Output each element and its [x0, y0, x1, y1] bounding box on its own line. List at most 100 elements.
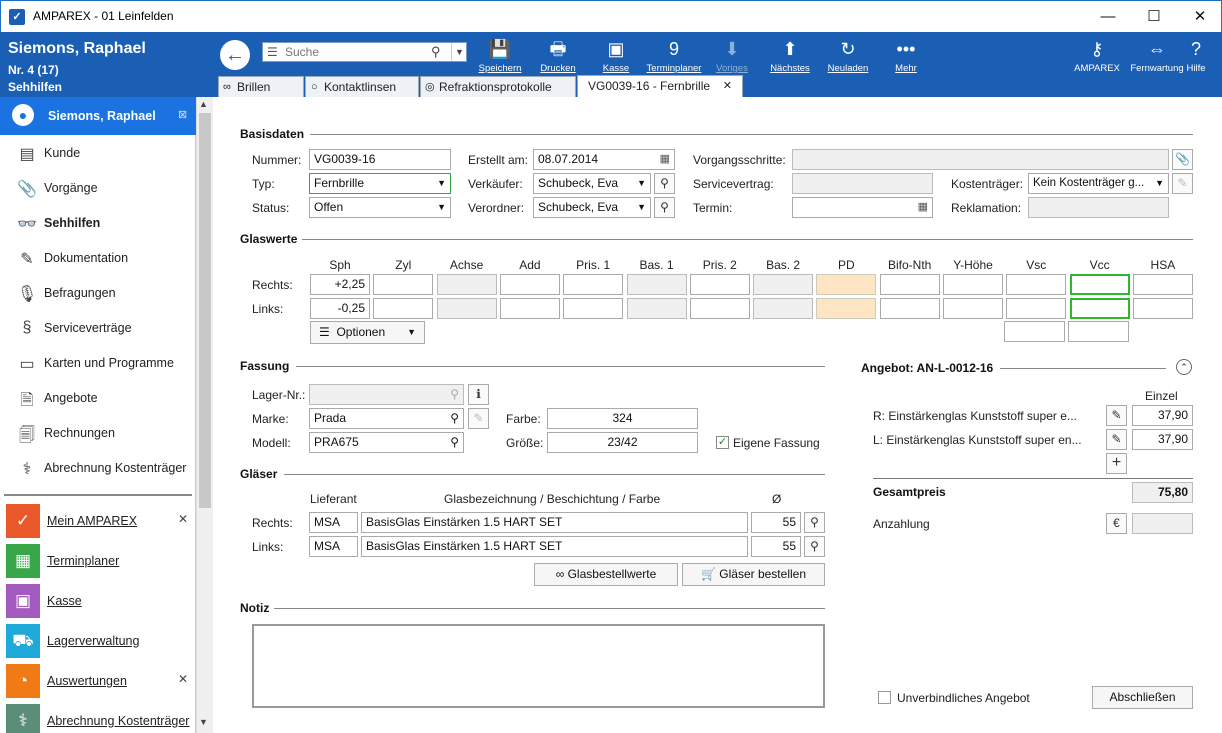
- toolbar-cash-register-button[interactable]: ▣ Kasse: [588, 36, 644, 74]
- close-icon[interactable]: ✕: [178, 672, 188, 686]
- close-icon[interactable]: ✕: [723, 76, 732, 96]
- sidebar-item-glasses[interactable]: 👓 Sehhilfen: [0, 206, 196, 241]
- rechts-pris-2-field[interactable]: [689, 274, 750, 295]
- tab-refraktionsprotokolle[interactable]: ◎ Refraktionsprotokolle: [420, 76, 576, 97]
- sidebar-item-paperclip[interactable]: 📎 Vorgänge: [0, 171, 196, 206]
- search-icon[interactable]: ⚲: [654, 173, 675, 194]
- links-vsc-field[interactable]: [1006, 298, 1067, 319]
- rechts-y-h-he-field[interactable]: [943, 274, 1003, 295]
- scroll-up-icon[interactable]: ▲: [199, 99, 208, 109]
- status-select[interactable]: Offen ▼: [309, 197, 451, 218]
- sidebar-active-customer[interactable]: ● Siemons, Raphael ⊠: [0, 97, 196, 135]
- rechts-pd-field[interactable]: [816, 274, 877, 295]
- module-inventory[interactable]: ⛟ Lagerverwaltung: [4, 622, 192, 660]
- glaeser-bestellen-button[interactable]: 🛒 Gläser bestellen: [682, 563, 825, 586]
- termin-field[interactable]: ▦: [792, 197, 933, 218]
- nummer-field[interactable]: VG0039-16: [309, 149, 451, 170]
- angebot-item-price[interactable]: 37,90: [1132, 429, 1193, 450]
- module-cash-register[interactable]: ▣ Kasse: [4, 582, 192, 620]
- edit-icon[interactable]: ✎: [1106, 429, 1127, 450]
- menu-icon[interactable]: ☰: [267, 45, 278, 59]
- kostentraeger-select[interactable]: Kein Kostenträger g... ▼: [1028, 173, 1169, 194]
- search-icon[interactable]: ⚲: [450, 433, 459, 452]
- modell-field[interactable]: PRA675 ⚲: [309, 432, 464, 453]
- toolbar-printer-button[interactable]: 🖶 Drucken: [530, 36, 586, 74]
- toolbar-key-button[interactable]: ⚷ AMPAREX: [1066, 36, 1128, 74]
- toolbar-reload-button[interactable]: ↻ Neuladen: [820, 36, 876, 74]
- sidebar-item-paragraph[interactable]: § Serviceverträge: [0, 311, 196, 346]
- tab-vorgang[interactable]: VG0039-16 - Fernbrille ✕: [577, 75, 743, 97]
- vsc-extra-field[interactable]: [1004, 321, 1065, 342]
- back-button[interactable]: ←: [220, 40, 250, 70]
- module-clipboard[interactable]: ✓ Mein AMPAREX ✕: [4, 502, 192, 540]
- sidebar-item-cards[interactable]: ▭ Karten und Programme: [0, 346, 196, 381]
- marke-field[interactable]: Prada ⚲: [309, 408, 464, 429]
- rechts-vsc-field[interactable]: [1006, 274, 1067, 295]
- rechts-zyl-field[interactable]: [373, 274, 434, 295]
- links-y-h-he-field[interactable]: [943, 298, 1003, 319]
- links-add-field[interactable]: [499, 298, 560, 319]
- lieferant-links-field[interactable]: MSA: [309, 536, 358, 557]
- toolbar-help-button[interactable]: ? Hilfe: [1176, 36, 1216, 74]
- toolbar-more-button[interactable]: ••• Mehr: [878, 36, 934, 74]
- close-window-button[interactable]: ✕: [1177, 1, 1222, 32]
- rechts-vcc-field[interactable]: [1069, 274, 1130, 295]
- scroll-thumb[interactable]: [199, 113, 211, 508]
- sidebar-item-offer[interactable]: 🗎 Angebote: [0, 381, 196, 416]
- minimize-button[interactable]: —: [1085, 1, 1131, 32]
- toolbar-save-button[interactable]: 💾 Speichern: [472, 36, 528, 74]
- search-input[interactable]: [285, 44, 435, 60]
- bezeichnung-links-field[interactable]: BasisGlas Einstärken 1.5 HART SET: [361, 536, 748, 557]
- tab-kontaktlinsen[interactable]: ○ Kontaktlinsen: [305, 76, 419, 97]
- close-icon[interactable]: ⊠: [178, 108, 187, 121]
- links-pd-field[interactable]: [816, 298, 877, 319]
- collapse-icon[interactable]: ⌃: [1176, 359, 1192, 375]
- toolbar-arrow-up-button[interactable]: ⬆ Nächstes: [762, 36, 818, 74]
- maximize-button[interactable]: ☐: [1131, 1, 1177, 32]
- sidebar-item-microphone[interactable]: 🎙 Befragungen: [0, 276, 196, 311]
- rechts-bifo-nth-field[interactable]: [879, 274, 940, 295]
- add-icon[interactable]: +: [1106, 453, 1127, 474]
- typ-select[interactable]: Fernbrille ▼: [309, 173, 451, 194]
- durchmesser-rechts-field[interactable]: 55: [751, 512, 801, 533]
- paperclip-icon[interactable]: 📎: [1172, 149, 1193, 170]
- eigene-fassung-checkbox[interactable]: ✓: [716, 436, 729, 449]
- notiz-textarea[interactable]: [252, 624, 825, 708]
- erstellt-field[interactable]: 08.07.2014 ▦: [533, 149, 675, 170]
- search-dropdown-icon[interactable]: ▼: [451, 43, 467, 61]
- search-icon[interactable]: ⚲: [804, 536, 825, 557]
- calendar-icon[interactable]: ▦: [918, 198, 928, 217]
- abschliessen-button[interactable]: Abschließen: [1092, 686, 1193, 709]
- search-icon[interactable]: ⚲: [654, 197, 675, 218]
- links-sph-field[interactable]: -0,25: [310, 298, 370, 319]
- links-vcc-field[interactable]: [1069, 298, 1130, 319]
- links-hsa-field[interactable]: [1132, 298, 1193, 319]
- rechts-sph-field[interactable]: +2,25: [310, 274, 370, 295]
- unverbindlich-checkbox[interactable]: [878, 691, 891, 704]
- durchmesser-links-field[interactable]: 55: [751, 536, 801, 557]
- edit-icon[interactable]: ✎: [1106, 405, 1127, 426]
- glasbestellwerte-button[interactable]: ∞ Glasbestellwerte: [534, 563, 678, 586]
- module-pie-chart[interactable]: ◔ Auswertungen ✕: [4, 662, 192, 700]
- euro-icon[interactable]: €: [1106, 513, 1127, 534]
- toolbar-calendar-button[interactable]: 9 Terminplaner: [646, 36, 702, 74]
- tab-brillen[interactable]: ∞ Brillen: [218, 76, 304, 97]
- links-bifo-nth-field[interactable]: [879, 298, 940, 319]
- module-calendar[interactable]: ▦ Terminplaner: [4, 542, 192, 580]
- rechts-hsa-field[interactable]: [1132, 274, 1193, 295]
- search-box[interactable]: ☰ ⚲ ▼: [262, 42, 467, 62]
- farbe-field[interactable]: 324: [547, 408, 698, 429]
- verordner-select[interactable]: Schubeck, Eva ▼: [533, 197, 651, 218]
- info-icon[interactable]: ℹ: [468, 384, 489, 405]
- scroll-down-icon[interactable]: ▼: [199, 717, 208, 727]
- sidebar-item-invoice[interactable]: 🗐 Rechnungen: [0, 416, 196, 451]
- links-zyl-field[interactable]: [373, 298, 434, 319]
- vcc-extra-field[interactable]: [1068, 321, 1129, 342]
- rechts-add-field[interactable]: [499, 274, 560, 295]
- rechts-pris-1-field[interactable]: [563, 274, 624, 295]
- bezeichnung-rechts-field[interactable]: BasisGlas Einstärken 1.5 HART SET: [361, 512, 748, 533]
- search-icon[interactable]: ⚲: [431, 44, 441, 60]
- sidebar-item-customer[interactable]: ▤ Kunde: [0, 136, 196, 171]
- calendar-icon[interactable]: ▦: [660, 150, 670, 169]
- sidebar-item-caduceus[interactable]: ⚕ Abrechnung Kostenträger: [0, 451, 196, 486]
